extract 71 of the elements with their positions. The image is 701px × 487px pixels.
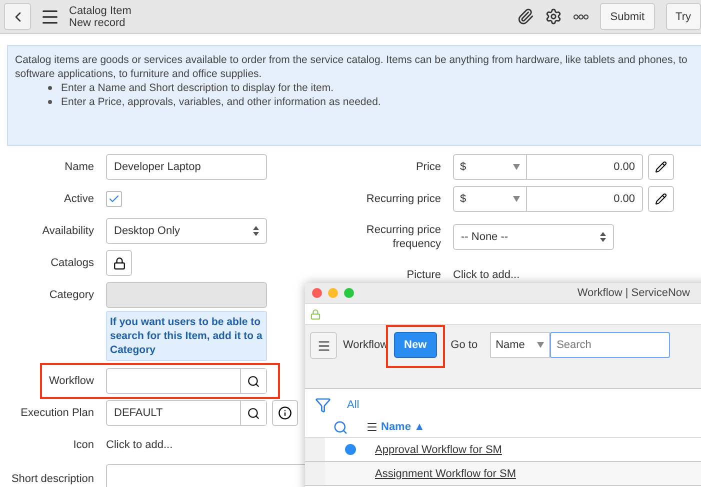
field-label: Price — [414, 160, 441, 174]
pencil-icon — [655, 161, 667, 173]
pencil-icon — [655, 193, 667, 205]
field-label: Picture — [406, 268, 441, 282]
search-field[interactable]: Search — [550, 332, 670, 358]
header-button[interactable]: Try — [666, 3, 701, 30]
goto-select[interactable]: Name — [490, 332, 550, 358]
menu-icon — [316, 338, 330, 352]
field-label: Recurring price — [365, 192, 441, 206]
field-label: Workflow — [48, 374, 94, 388]
bullet-icon — [48, 86, 52, 90]
filter-icon[interactable] — [315, 397, 331, 413]
lock-icon — [112, 256, 126, 270]
search-button[interactable] — [240, 401, 266, 425]
price-field[interactable]: $ 0.00 — [453, 186, 643, 212]
goto-label: Go to — [450, 339, 478, 351]
caret-icon — [513, 196, 520, 202]
search-button[interactable] — [240, 369, 266, 393]
caret-icon — [536, 342, 544, 348]
field-label: Icon — [72, 438, 94, 452]
menu-icon — [366, 421, 378, 433]
name-field[interactable]: Developer Laptop — [106, 154, 267, 180]
field-label: Short description — [10, 472, 94, 486]
header-button[interactable]: Submit — [600, 3, 655, 30]
list-title: Workflow — [343, 339, 388, 351]
info-bullet: Enter a Name and Short description to display for the item. — [61, 81, 334, 95]
status-dot — [344, 444, 356, 455]
edit-button[interactable] — [648, 186, 674, 212]
row-gutter — [305, 438, 325, 461]
frequency-select[interactable]: -- None -- — [453, 224, 614, 250]
field-label: Recurring price frequency — [365, 223, 441, 251]
settings-icon[interactable] — [545, 8, 562, 25]
field-label: Active — [63, 192, 94, 206]
caret-icon — [513, 164, 520, 170]
info-text: Catalog items are goods or services available to order from the service catalog. Items can be anything from hardware, like tablets and phones, to software applications, to furniture and office supplies. — [15, 53, 688, 81]
window-title: Workflow | ServiceNow — [577, 287, 690, 299]
field-label: Catalogs — [50, 256, 94, 270]
updown-icon — [253, 226, 259, 236]
updown-icon — [600, 232, 606, 242]
field-label: Execution Plan — [20, 406, 94, 420]
lock-icon — [310, 308, 321, 320]
info-icon — [278, 406, 292, 420]
reference-field[interactable]: DEFAULT — [106, 400, 267, 426]
page-title: Catalog Item — [69, 4, 132, 16]
workflow-link[interactable]: Approval Workflow for SM — [375, 444, 701, 456]
availability-select[interactable]: Desktop Only — [106, 218, 267, 244]
add-link[interactable]: Click to add... — [453, 269, 690, 281]
menu-button[interactable] — [310, 332, 337, 359]
price-field[interactable]: $ 0.00 — [453, 154, 643, 180]
search-icon — [247, 374, 260, 388]
hint-message: If you want users to be able to search for this Item, add it to a Category — [106, 311, 267, 361]
more-icon[interactable] — [573, 14, 590, 20]
page-subtitle: New record — [69, 16, 126, 28]
search-icon[interactable] — [333, 420, 348, 434]
column-header[interactable]: Name ▲ — [366, 421, 425, 433]
info-button[interactable] — [272, 400, 298, 426]
check-icon — [108, 193, 120, 205]
field-label: Name — [64, 160, 94, 174]
paperclip-icon[interactable] — [517, 8, 534, 25]
info-bullet: Enter a Price, approvals, variables, and other information as needed. — [61, 95, 381, 109]
edit-button[interactable] — [648, 154, 674, 180]
lock-button[interactable] — [106, 250, 132, 276]
field-label: Availability — [41, 224, 94, 238]
filter-link[interactable]: All — [347, 399, 360, 411]
close-icon[interactable] — [312, 288, 322, 298]
bullet-icon — [48, 100, 52, 104]
reference-field[interactable] — [106, 368, 267, 394]
search-icon — [247, 406, 260, 420]
field-label: Category — [48, 288, 94, 302]
checkbox[interactable] — [106, 191, 122, 207]
description-field[interactable] — [106, 464, 308, 487]
